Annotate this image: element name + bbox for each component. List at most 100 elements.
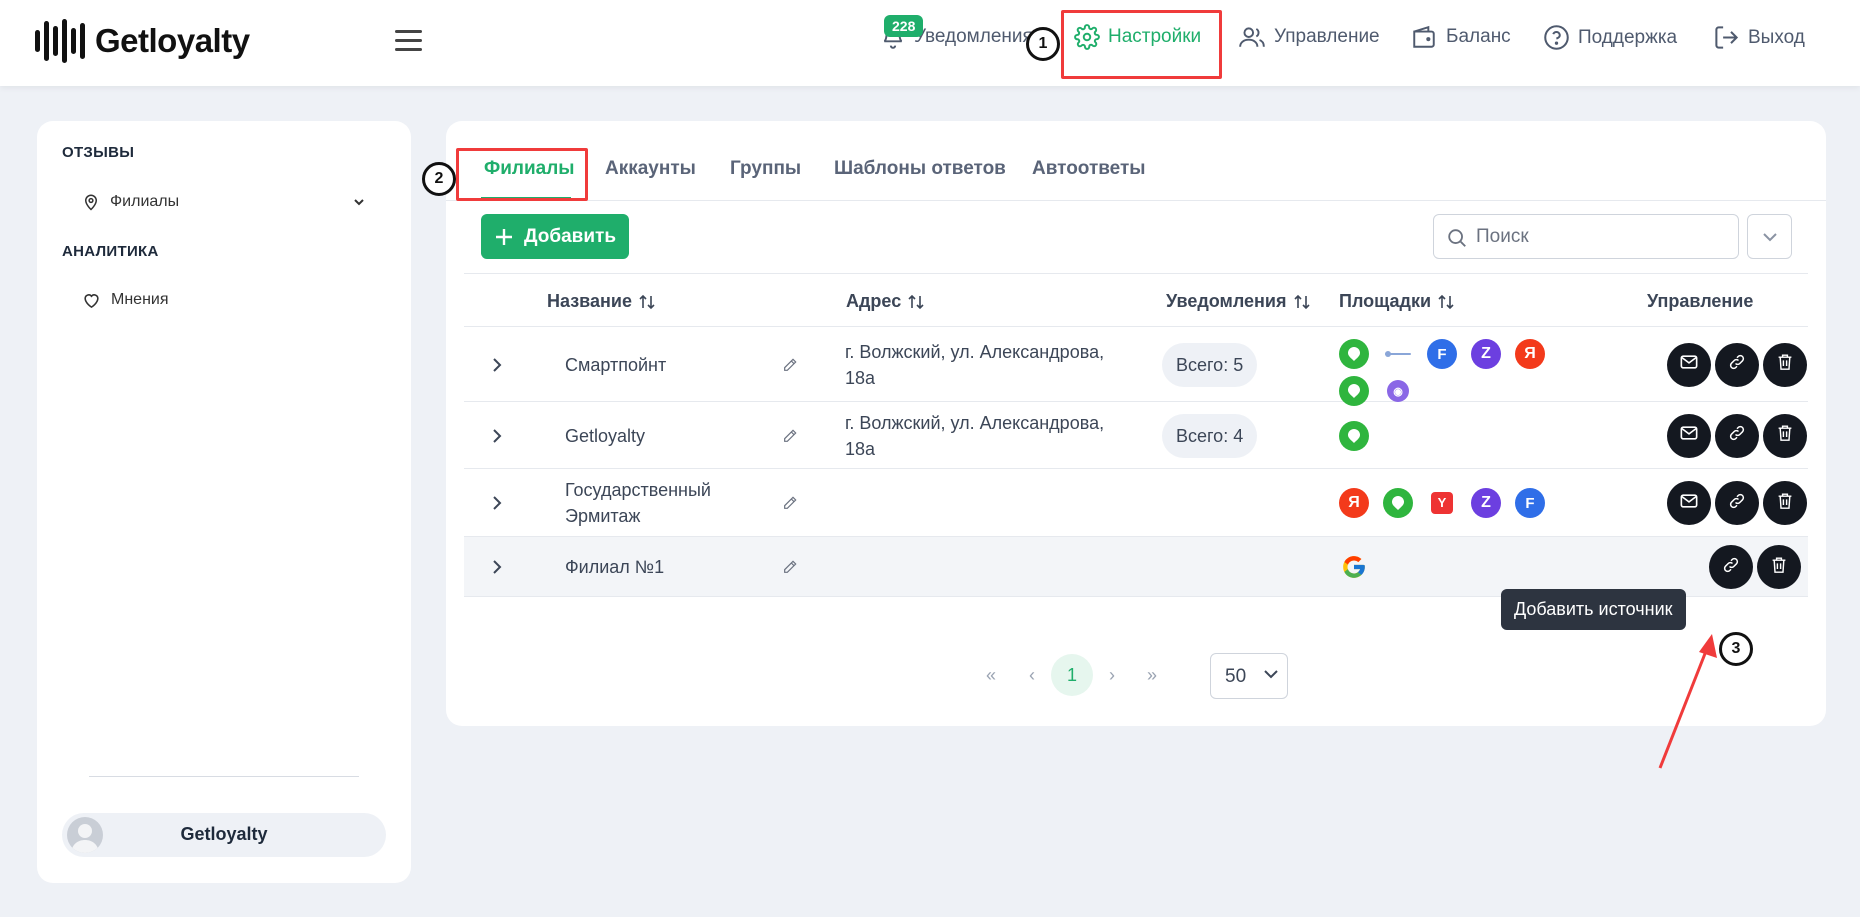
per-page-select[interactable]: 50 bbox=[1210, 653, 1288, 699]
logo-text: Getloyalty bbox=[95, 22, 250, 59]
expand-row-chevron-icon[interactable] bbox=[492, 428, 502, 449]
users-icon bbox=[1239, 27, 1265, 47]
sidebar-item-opinions-label: Мнения bbox=[111, 291, 169, 308]
first-page-icon[interactable]: « bbox=[971, 653, 1011, 697]
zoon-icon: Z bbox=[1471, 339, 1501, 369]
row-actions bbox=[1667, 342, 1807, 387]
chevron-down-icon[interactable] bbox=[353, 197, 365, 207]
logo[interactable]: Getloyalty bbox=[35, 18, 250, 64]
tab-groups[interactable]: Группы bbox=[730, 158, 801, 180]
row-actions bbox=[1709, 545, 1801, 589]
search-options-toggle[interactable] bbox=[1747, 214, 1792, 259]
sidebar-section-reviews: ОТЗЫВЫ bbox=[62, 144, 135, 161]
branch-address-line: г. Волжский, ул. Александрова, bbox=[845, 412, 1105, 433]
sidebar-item-branches[interactable]: Филиалы bbox=[82, 192, 179, 212]
search-box bbox=[1433, 214, 1739, 259]
search-input[interactable] bbox=[1476, 215, 1731, 258]
mail-icon bbox=[1680, 425, 1698, 446]
nav-notifications-label: Уведомления bbox=[914, 26, 1033, 47]
row-actions bbox=[1667, 481, 1807, 525]
branch-name-line: Смартпойнт bbox=[565, 354, 667, 375]
edit-pencil-icon[interactable] bbox=[782, 495, 798, 516]
add-branch-label: Добавить bbox=[523, 225, 617, 247]
column-platforms[interactable]: Площадки bbox=[1339, 291, 1455, 312]
table-row: Смартпойнт г. Волжский, ул. Александрова,… bbox=[464, 327, 1808, 406]
sort-icon bbox=[908, 294, 924, 309]
mail-button[interactable] bbox=[1667, 342, 1711, 387]
page-1-button[interactable]: 1 bbox=[1051, 654, 1093, 696]
column-manage-label: Управление bbox=[1647, 291, 1754, 311]
trash-icon bbox=[1777, 353, 1793, 376]
planet-icon: ◉ bbox=[1387, 380, 1409, 402]
mail-button[interactable] bbox=[1667, 413, 1711, 458]
add-source-button[interactable] bbox=[1715, 342, 1759, 387]
branch-name-line: Getloyalty bbox=[565, 425, 646, 446]
nav-manage-label: Управление bbox=[1274, 26, 1380, 47]
add-branch-button[interactable]: Добавить bbox=[481, 214, 629, 259]
table-row: Филиал №1 bbox=[464, 537, 1808, 597]
prev-page-icon[interactable]: ‹ bbox=[1012, 653, 1052, 697]
delete-button[interactable] bbox=[1757, 545, 1801, 589]
search-icon bbox=[1448, 229, 1466, 247]
sidebar-divider bbox=[89, 776, 359, 777]
branch-name-line: Филиал №1 bbox=[565, 557, 665, 577]
help-circle-icon bbox=[1544, 25, 1569, 50]
add-source-button[interactable] bbox=[1715, 413, 1759, 458]
mail-button[interactable] bbox=[1667, 481, 1711, 525]
edit-pencil-icon[interactable] bbox=[782, 357, 798, 378]
last-page-icon[interactable]: » bbox=[1132, 653, 1172, 697]
expand-row-chevron-icon[interactable] bbox=[492, 357, 502, 378]
delete-button[interactable] bbox=[1763, 481, 1807, 525]
tab-reply-templates[interactable]: Шаблоны ответов bbox=[834, 158, 1006, 180]
notifications-total-pill: Всего: 5 bbox=[1162, 342, 1258, 387]
add-source-button[interactable] bbox=[1715, 481, 1759, 525]
trash-icon bbox=[1777, 492, 1793, 515]
nav-balance[interactable]: Баланс bbox=[1410, 24, 1511, 50]
nav-exit[interactable]: Выход bbox=[1713, 24, 1805, 51]
delete-button[interactable] bbox=[1763, 413, 1807, 458]
branch-name-line: Эрмитаж bbox=[565, 506, 641, 526]
tab-accounts[interactable]: Аккаунты bbox=[605, 158, 696, 180]
link-icon bbox=[1728, 353, 1746, 376]
menu-burger-icon[interactable] bbox=[395, 30, 422, 52]
highlight-branches-tab bbox=[456, 148, 588, 201]
platform-icons bbox=[1339, 552, 1579, 582]
branch-name: Смартпойнт bbox=[565, 352, 666, 378]
notifications-count-badge: 228 bbox=[884, 15, 924, 37]
add-source-tooltip: Добавить источник bbox=[1501, 589, 1686, 630]
expand-row-chevron-icon[interactable] bbox=[492, 495, 502, 516]
user-profile-chip[interactable]: Getloyalty bbox=[62, 813, 386, 857]
2gis-icon bbox=[1339, 420, 1369, 451]
delete-button[interactable] bbox=[1763, 342, 1807, 387]
mail-icon bbox=[1680, 354, 1698, 375]
nav-balance-label: Баланс bbox=[1446, 26, 1511, 47]
column-name[interactable]: Название bbox=[547, 291, 656, 312]
map-pin-icon bbox=[84, 194, 98, 211]
next-page-icon[interactable]: › bbox=[1092, 653, 1132, 697]
nav-manage[interactable]: Управление bbox=[1238, 24, 1380, 50]
expand-row-chevron-icon[interactable] bbox=[492, 559, 502, 580]
per-page-value: 50 bbox=[1225, 666, 1247, 687]
settings-tabs: Филиалы Аккаунты Группы Шаблоны ответов … bbox=[422, 121, 1826, 201]
tab-autoreplies[interactable]: Автоответы bbox=[1032, 158, 1146, 180]
sidebar-item-opinions[interactable]: Мнения bbox=[82, 291, 169, 309]
column-notifications[interactable]: Уведомления bbox=[1166, 291, 1311, 312]
column-address[interactable]: Адрес bbox=[846, 291, 925, 312]
yandex-icon: Я bbox=[1339, 488, 1369, 518]
sidebar: ОТЗЫВЫ Филиалы АНАЛИТИКА Мнения Getloyal… bbox=[37, 121, 411, 883]
branch-address: г. Волжский, ул. Александрова, 18а bbox=[845, 339, 1115, 391]
edit-pencil-icon[interactable] bbox=[782, 559, 798, 580]
branch-name: Getloyalty bbox=[565, 423, 645, 449]
add-source-button[interactable] bbox=[1709, 545, 1753, 589]
edit-pencil-icon[interactable] bbox=[782, 428, 798, 449]
wallet-icon bbox=[1413, 25, 1435, 48]
step-2-marker: 2 bbox=[422, 162, 456, 196]
nav-support[interactable]: Поддержка bbox=[1543, 24, 1677, 51]
link-icon bbox=[1722, 556, 1740, 579]
yell-icon: Y bbox=[1427, 488, 1457, 518]
2gis-icon bbox=[1339, 339, 1369, 369]
link-icon bbox=[1728, 492, 1746, 515]
sort-icon bbox=[1293, 294, 1310, 309]
column-name-label: Название bbox=[547, 291, 632, 311]
link-icon bbox=[1728, 424, 1746, 447]
